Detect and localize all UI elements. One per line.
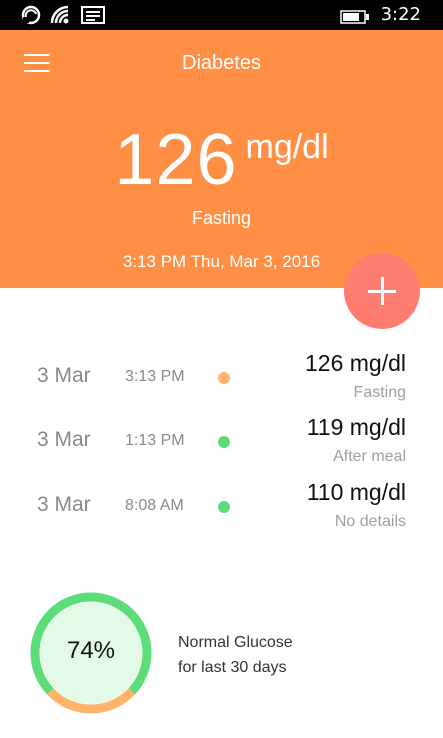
battery-icon — [340, 9, 370, 24]
reading-type: Fasting — [191, 208, 252, 228]
current-reading: 126 mg/dl — [0, 118, 443, 202]
reading-note: Fasting — [353, 384, 406, 401]
reading-note: After meal — [333, 448, 406, 465]
sync-icon — [20, 5, 42, 25]
reading-value: 119 mg/dl — [306, 414, 406, 440]
reading-value: 110 mg/dl — [306, 479, 406, 505]
status-dot — [218, 372, 230, 384]
reading-date: 3 Mar — [37, 493, 91, 516]
status-bar: 3:22 — [0, 0, 443, 30]
summary-line-1: Normal Glucose — [178, 634, 293, 651]
summary-line-2: for last 30 days — [178, 659, 287, 676]
reading-date: 3 Mar — [37, 364, 91, 387]
header: Diabetes 126 mg/dl Fasting 3:13 PM Thu, M… — [0, 30, 443, 288]
message-icon — [80, 5, 106, 25]
reading-date: 3 Mar — [37, 428, 91, 451]
summary-text: Normal Glucose for last 30 days — [178, 630, 293, 680]
reading-time: 8:08 AM — [125, 497, 184, 514]
page-title: Diabetes — [182, 52, 261, 74]
reading-row[interactable]: 3 Mar 1:13 PM 119 mg/dl After meal — [0, 414, 443, 474]
add-reading-button[interactable] — [344, 253, 420, 329]
reading-value: 126 mg/dl — [304, 350, 406, 376]
status-dot — [218, 436, 230, 448]
reading-note: No details — [334, 513, 406, 530]
gauge-percent: 74% — [66, 637, 116, 664]
reading-row[interactable]: 3 Mar 3:13 PM 126 mg/dl Fasting — [0, 350, 443, 410]
reading-time: 3:13 PM — [125, 368, 185, 385]
status-time: 3:22 — [380, 4, 421, 25]
reading-time: 1:13 PM — [125, 432, 185, 449]
reading-value: 126 — [114, 120, 238, 200]
reading-unit: mg/dl — [245, 128, 329, 166]
wifi-icon — [50, 5, 72, 25]
reading-row[interactable]: 3 Mar 8:08 AM 110 mg/dl No details — [0, 479, 443, 539]
status-dot — [218, 501, 230, 513]
